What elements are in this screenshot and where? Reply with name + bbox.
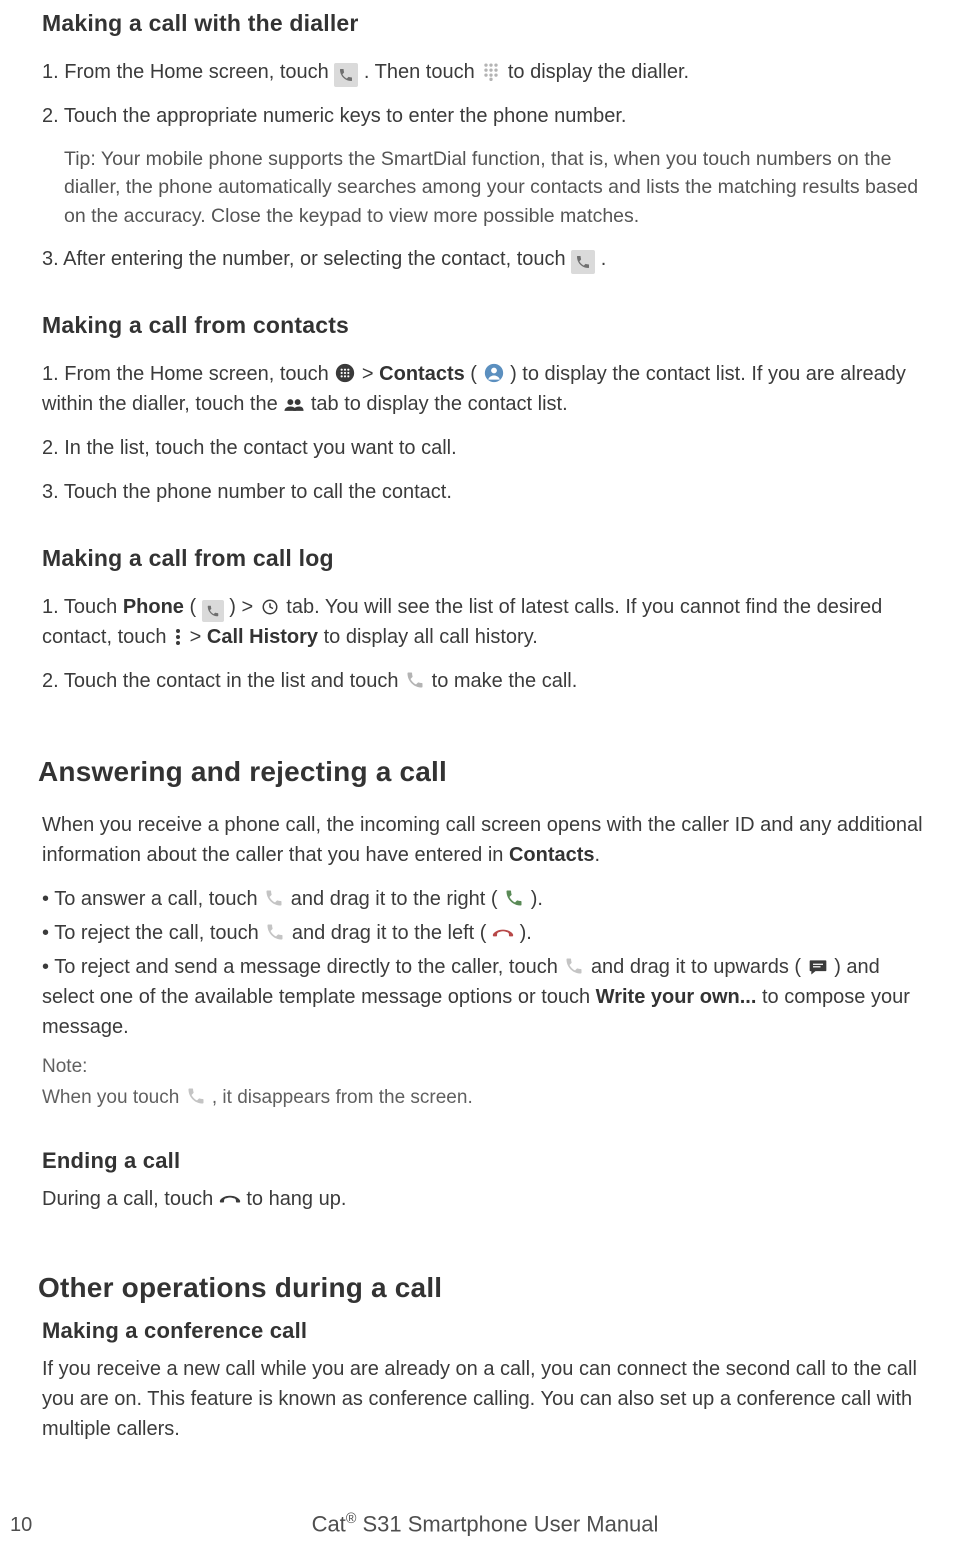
text: ). (531, 888, 543, 910)
step-1: 1. Touch Phone ( ) > tab. You will see t… (42, 592, 928, 652)
phone-icon (571, 250, 595, 274)
text: 2. Touch the contact in the list and tou… (42, 670, 404, 692)
heading-dialler: Making a call with the dialler (42, 10, 928, 37)
text: 3. After entering the number, or selecti… (42, 248, 571, 270)
contacts-label: Contacts (379, 363, 465, 385)
clock-icon (259, 596, 281, 618)
text: ). (520, 922, 532, 944)
step-2: 2. Touch the appropriate numeric keys to… (42, 101, 928, 131)
phone-icon (404, 669, 426, 691)
phone-icon (334, 63, 358, 87)
text: ) > (229, 596, 258, 618)
section-ending: Ending a call During a call, touch to ha… (42, 1148, 928, 1214)
section-other-ops: Other operations during a call Making a … (42, 1272, 928, 1444)
step-3: 3. After entering the number, or selecti… (42, 244, 928, 274)
text: ( (190, 596, 202, 618)
apps-icon (334, 362, 356, 384)
text: When you receive a phone call, the incom… (42, 814, 923, 866)
heading-contacts: Making a call from contacts (42, 312, 928, 339)
bullet-answer: • To answer a call, touch and drag it to… (42, 884, 928, 914)
section-dialler: Making a call with the dialler 1. From t… (42, 10, 928, 274)
phone-icon (264, 921, 286, 943)
contacts-label: Contacts (509, 844, 595, 866)
dialpad-icon (480, 60, 502, 82)
text: , it disappears from the screen. (212, 1087, 473, 1108)
text: • To reject the call, touch (42, 922, 264, 944)
phone-icon (563, 955, 585, 977)
heading-answering: Answering and rejecting a call (38, 756, 928, 788)
text: When you touch (42, 1087, 185, 1108)
text: During a call, touch (42, 1188, 219, 1210)
note-body: When you touch , it disappears from the … (42, 1084, 928, 1113)
text: • To reject and send a message directly … (42, 956, 563, 978)
intro: When you receive a phone call, the incom… (42, 810, 928, 870)
text: Cat (312, 1511, 346, 1536)
registered-mark: ® (346, 1511, 357, 1527)
section-answering: Answering and rejecting a call When you … (42, 756, 928, 1113)
section-contacts: Making a call from contacts 1. From the … (42, 312, 928, 507)
text: ( (470, 363, 477, 385)
phone-reject-icon (492, 922, 514, 944)
bullet-reject-message: • To reject and send a message directly … (42, 952, 928, 1042)
step-1: 1. From the Home screen, touch > Contact… (42, 359, 928, 419)
text: > (362, 363, 379, 385)
text: 1. From the Home screen, touch (42, 363, 334, 385)
text: to display the dialler. (508, 61, 689, 83)
ending-body: During a call, touch to hang up. (42, 1184, 928, 1214)
phone-label: Phone (123, 596, 184, 618)
text: to make the call. (432, 670, 578, 692)
text: to hang up. (246, 1188, 346, 1210)
heading-conference: Making a conference call (42, 1318, 928, 1344)
message-icon (807, 956, 829, 978)
heading-call-log: Making a call from call log (42, 545, 928, 572)
more-icon (172, 626, 184, 648)
hangup-icon (219, 1189, 241, 1211)
tip: Tip: Your mobile phone supports the Smar… (42, 145, 928, 230)
conference-body: If you receive a new call while you are … (42, 1354, 928, 1444)
phone-icon (185, 1085, 207, 1107)
text: • To answer a call, touch (42, 888, 263, 910)
people-icon (283, 394, 305, 416)
footer-title: Cat® S31 Smartphone User Manual (0, 1511, 970, 1537)
text: and drag it to upwards ( (591, 956, 801, 978)
text: . (595, 844, 601, 866)
phone-icon (202, 600, 224, 622)
text: to display all call history. (324, 626, 538, 648)
text: 1. Touch (42, 596, 123, 618)
call-history-label: Call History (207, 626, 318, 648)
text: S31 Smartphone User Manual (356, 1511, 658, 1536)
step-3: 3. Touch the phone number to call the co… (42, 477, 928, 507)
write-your-own-label: Write your own... (596, 986, 757, 1008)
note-label: Note: (42, 1056, 928, 1078)
contacts-app-icon (483, 362, 505, 384)
text: 1. From the Home screen, touch (42, 61, 334, 83)
phone-answer-icon (503, 887, 525, 909)
step-2: 2. Touch the contact in the list and tou… (42, 666, 928, 696)
text: and drag it to the right ( (291, 888, 498, 910)
section-call-log: Making a call from call log 1. Touch Pho… (42, 545, 928, 696)
text: tab to display the contact list. (311, 393, 568, 415)
text: . (601, 248, 607, 270)
text: > (190, 626, 207, 648)
step-1: 1. From the Home screen, touch . Then to… (42, 57, 928, 87)
bullet-reject: • To reject the call, touch and drag it … (42, 918, 928, 948)
phone-icon (263, 887, 285, 909)
heading-ending: Ending a call (42, 1148, 928, 1174)
text: and drag it to the left ( (292, 922, 487, 944)
text: . Then touch (364, 61, 480, 83)
heading-other-ops: Other operations during a call (38, 1272, 928, 1304)
step-2: 2. In the list, touch the contact you wa… (42, 433, 928, 463)
